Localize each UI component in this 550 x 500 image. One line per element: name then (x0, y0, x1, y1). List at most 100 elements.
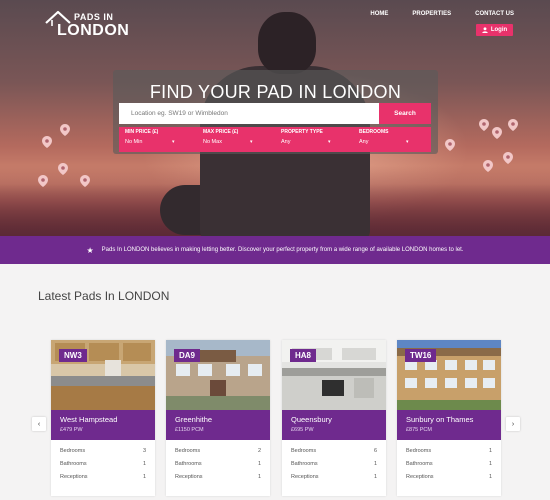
row-value: 1 (488, 461, 492, 467)
row-value: 1 (142, 461, 146, 467)
bathrooms-row: Bathrooms 1 (406, 461, 492, 470)
property-name[interactable]: Sunbury on Thames (406, 415, 473, 424)
property-details: Bedrooms 1 Bathrooms 1 Receptions 1 (406, 448, 492, 483)
caret-down-icon: ▾ (328, 139, 331, 145)
min-price-select[interactable]: MIN PRICE (£) No Min ▾ (119, 127, 197, 152)
logo-text-top: PADS IN (74, 12, 114, 22)
map-pin-icon (492, 127, 502, 139)
postcode-badge: TW16 (405, 349, 437, 362)
login-button[interactable]: Login (476, 24, 513, 36)
main-nav: HOME PROPERTIES CONTACT US (346, 11, 514, 17)
property-price: £875 PCM (406, 427, 432, 433)
map-pin-icon (503, 152, 513, 164)
property-details: Bedrooms 2 Bathrooms 1 Receptions 1 (175, 448, 261, 483)
bathrooms-row: Bathrooms 1 (175, 461, 261, 470)
property-card[interactable]: DA9 Greenhithe £1150 PCM Bedrooms 2 Bathr… (166, 340, 270, 496)
login-label: Login (490, 27, 508, 33)
row-label: Bedrooms (406, 448, 432, 454)
row-value: 3 (142, 448, 146, 454)
nav-home[interactable]: HOME (370, 11, 388, 17)
row-label: Bathrooms (175, 461, 202, 467)
property-name[interactable]: Greenhithe (175, 415, 212, 424)
filter-label: MAX PRICE (£) (203, 129, 239, 135)
row-value: 2 (257, 448, 261, 454)
max-price-select[interactable]: MAX PRICE (£) No Max ▾ (197, 127, 275, 152)
hero-banner: PADS IN LONDON HOME PROPERTIES CONTACT U… (0, 0, 550, 236)
property-name[interactable]: West Hampstead (60, 415, 117, 424)
card-title-bar: Greenhithe £1150 PCM (166, 410, 270, 440)
search-title: FIND YOUR PAD IN LONDON (149, 82, 402, 102)
row-label: Bathrooms (406, 461, 433, 467)
row-label: Bedrooms (175, 448, 201, 454)
filter-value: No Min (125, 139, 143, 145)
row-value: 1 (373, 474, 377, 480)
site-logo[interactable]: PADS IN LONDON (44, 10, 129, 39)
card-title-bar: Sunbury on Thames £875 PCM (397, 410, 501, 440)
row-value: 1 (257, 461, 261, 467)
bathrooms-row: Bathrooms 1 (60, 461, 146, 470)
map-pin-icon (483, 160, 493, 172)
filter-value: Any (281, 139, 291, 145)
nav-properties[interactable]: PROPERTIES (412, 11, 451, 17)
row-label: Bedrooms (60, 448, 86, 454)
postcode-badge: NW3 (59, 349, 87, 362)
map-pin-icon (508, 119, 518, 131)
map-pin-icon (60, 124, 70, 136)
filter-value: No Max (203, 139, 222, 145)
bedrooms-row: Bedrooms 3 (60, 448, 146, 457)
row-value: 6 (373, 448, 377, 454)
section-title: Latest Pads In LONDON (38, 289, 170, 303)
property-card[interactable]: TW16 Sunbury on Thames £875 PCM Bedrooms… (397, 340, 501, 496)
receptions-row: Receptions 1 (406, 474, 492, 483)
map-pin-icon (38, 175, 48, 187)
row-value: 1 (488, 474, 492, 480)
bedrooms-select[interactable]: BEDROOMS Any ▾ (353, 127, 431, 152)
property-details: Bedrooms 6 Bathrooms 1 Receptions 1 (291, 448, 377, 483)
filter-value: Any (359, 139, 369, 145)
row-value: 1 (142, 474, 146, 480)
postcode-badge: HA8 (290, 349, 317, 362)
star-icon: ★ (86, 245, 94, 255)
card-title-bar: Queensbury £695 PW (282, 410, 386, 440)
property-card[interactable]: NW3 West Hampstead £479 PW Bedrooms 3 Bat… (51, 340, 155, 496)
filter-label: PROPERTY TYPE (281, 129, 323, 135)
info-bar: ★ Pads In LONDON believes in making lett… (0, 236, 550, 264)
bedrooms-row: Bedrooms 1 (406, 448, 492, 457)
row-label: Bathrooms (291, 461, 318, 467)
row-label: Bedrooms (291, 448, 317, 454)
bedrooms-row: Bedrooms 2 (175, 448, 261, 457)
caret-down-icon: ▾ (406, 139, 409, 145)
row-value: 1 (488, 448, 492, 454)
row-value: 1 (373, 461, 377, 467)
property-price: £1150 PCM (175, 427, 204, 433)
location-search-input[interactable]: Location eg. SW19 or Wimbledon (119, 103, 379, 124)
map-pin-icon (58, 163, 68, 175)
receptions-row: Receptions 1 (291, 474, 377, 483)
row-label: Bathrooms (60, 461, 87, 467)
property-name[interactable]: Queensbury (291, 415, 332, 424)
row-label: Receptions (406, 474, 434, 480)
filter-label: MIN PRICE (£) (125, 129, 159, 135)
card-title-bar: West Hampstead £479 PW (51, 410, 155, 440)
carousel-next-button[interactable]: › (506, 417, 520, 431)
postcode-badge: DA9 (174, 349, 201, 362)
property-card[interactable]: HA8 Queensbury £695 PW Bedrooms 6 Bathroo… (282, 340, 386, 496)
carousel-prev-button[interactable]: ‹ (32, 417, 46, 431)
row-label: Receptions (291, 474, 319, 480)
logo-text-bottom: LONDON (57, 22, 130, 39)
property-type-select[interactable]: PROPERTY TYPE Any ▾ (275, 127, 353, 152)
search-button[interactable]: Search (379, 103, 431, 124)
bedrooms-row: Bedrooms 6 (291, 448, 377, 457)
caret-down-icon: ▾ (250, 139, 253, 145)
nav-contact-us[interactable]: CONTACT US (475, 11, 514, 17)
person-silhouette-head (258, 12, 316, 74)
search-filters: MIN PRICE (£) No Min ▾ MAX PRICE (£) No … (119, 127, 431, 152)
filter-label: BEDROOMS (359, 129, 389, 135)
bathrooms-row: Bathrooms 1 (291, 461, 377, 470)
row-label: Receptions (60, 474, 88, 480)
map-pin-icon (42, 136, 52, 148)
map-pin-icon (479, 119, 489, 131)
info-bar-text: Pads In LONDON believes in making lettin… (101, 247, 464, 253)
caret-down-icon: ▾ (172, 139, 175, 145)
map-pin-icon (80, 175, 90, 187)
